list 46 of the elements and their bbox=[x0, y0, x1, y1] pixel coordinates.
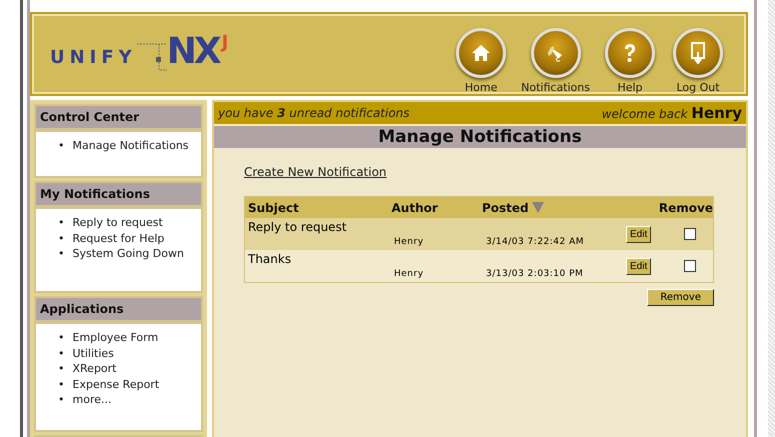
author-cell-text: Henry bbox=[394, 269, 425, 281]
home-icon bbox=[471, 43, 492, 63]
door-icon bbox=[689, 42, 707, 64]
subject-cell-text: Thanks bbox=[247, 251, 292, 266]
bullet: • bbox=[58, 361, 64, 376]
page-title: Manage Notifications bbox=[214, 126, 746, 148]
bullet: • bbox=[58, 215, 64, 230]
sidebar-link[interactable]: Request for Help bbox=[72, 230, 164, 246]
bullet: • bbox=[58, 230, 64, 246]
edit-button[interactable]: Edit bbox=[626, 226, 652, 242]
posted-cell-text: 3/14/03 7:22:42 AM bbox=[486, 237, 586, 249]
bullet: • bbox=[58, 346, 64, 361]
bullet: • bbox=[58, 138, 64, 154]
column-header[interactable]: Posted bbox=[482, 200, 620, 214]
remove-checkbox[interactable] bbox=[684, 260, 696, 272]
author-cell-text: Henry bbox=[394, 237, 425, 249]
sidebar-link[interactable]: System Going Down bbox=[72, 246, 184, 262]
create-link[interactable]: Create New Notification bbox=[244, 165, 387, 179]
sidebar-link[interactable]: more... bbox=[72, 392, 112, 408]
bullet: • bbox=[58, 392, 64, 408]
bullet: • bbox=[58, 246, 64, 262]
sidebar-link[interactable]: Reply to request bbox=[72, 215, 163, 230]
sort-icon bbox=[532, 202, 544, 213]
sidebar-link[interactable]: Employee Form bbox=[72, 330, 158, 346]
remove-button[interactable]: Remove bbox=[647, 289, 714, 306]
subject-cell-text: Reply to request bbox=[247, 219, 348, 234]
bullet: • bbox=[58, 330, 64, 346]
remove-checkbox[interactable] bbox=[684, 228, 696, 240]
column-header[interactable]: Subject bbox=[245, 200, 392, 214]
edit-button[interactable]: Edit bbox=[626, 258, 652, 274]
column-header: Remove bbox=[658, 200, 713, 214]
sidebar-link[interactable]: Expense Report bbox=[72, 376, 160, 392]
section-title: Applications bbox=[40, 302, 124, 316]
sidebar-link[interactable]: Manage Notifications bbox=[72, 138, 189, 154]
table-row[interactable]: Reply to request Henry 3/14/03 7:22:42 AM Edit bbox=[245, 218, 713, 250]
logo-mark: NX$^{J}$ bbox=[166, 34, 228, 70]
welcome-message: welcome back Henry bbox=[602, 104, 742, 122]
sidebar-link[interactable]: Utilities bbox=[72, 346, 114, 361]
logo-word: UNIFY bbox=[50, 47, 137, 68]
posted-cell-text: 3/13/03 2:03:10 PM bbox=[486, 269, 584, 281]
section-title: My Notifications bbox=[40, 187, 150, 201]
unread-message: you have 3 unread notifications bbox=[218, 106, 410, 120]
column-header[interactable]: Author bbox=[392, 200, 482, 214]
section-title: Control Center bbox=[40, 110, 140, 124]
sidebar-link[interactable]: XReport bbox=[72, 361, 116, 376]
bullet: • bbox=[58, 376, 64, 392]
